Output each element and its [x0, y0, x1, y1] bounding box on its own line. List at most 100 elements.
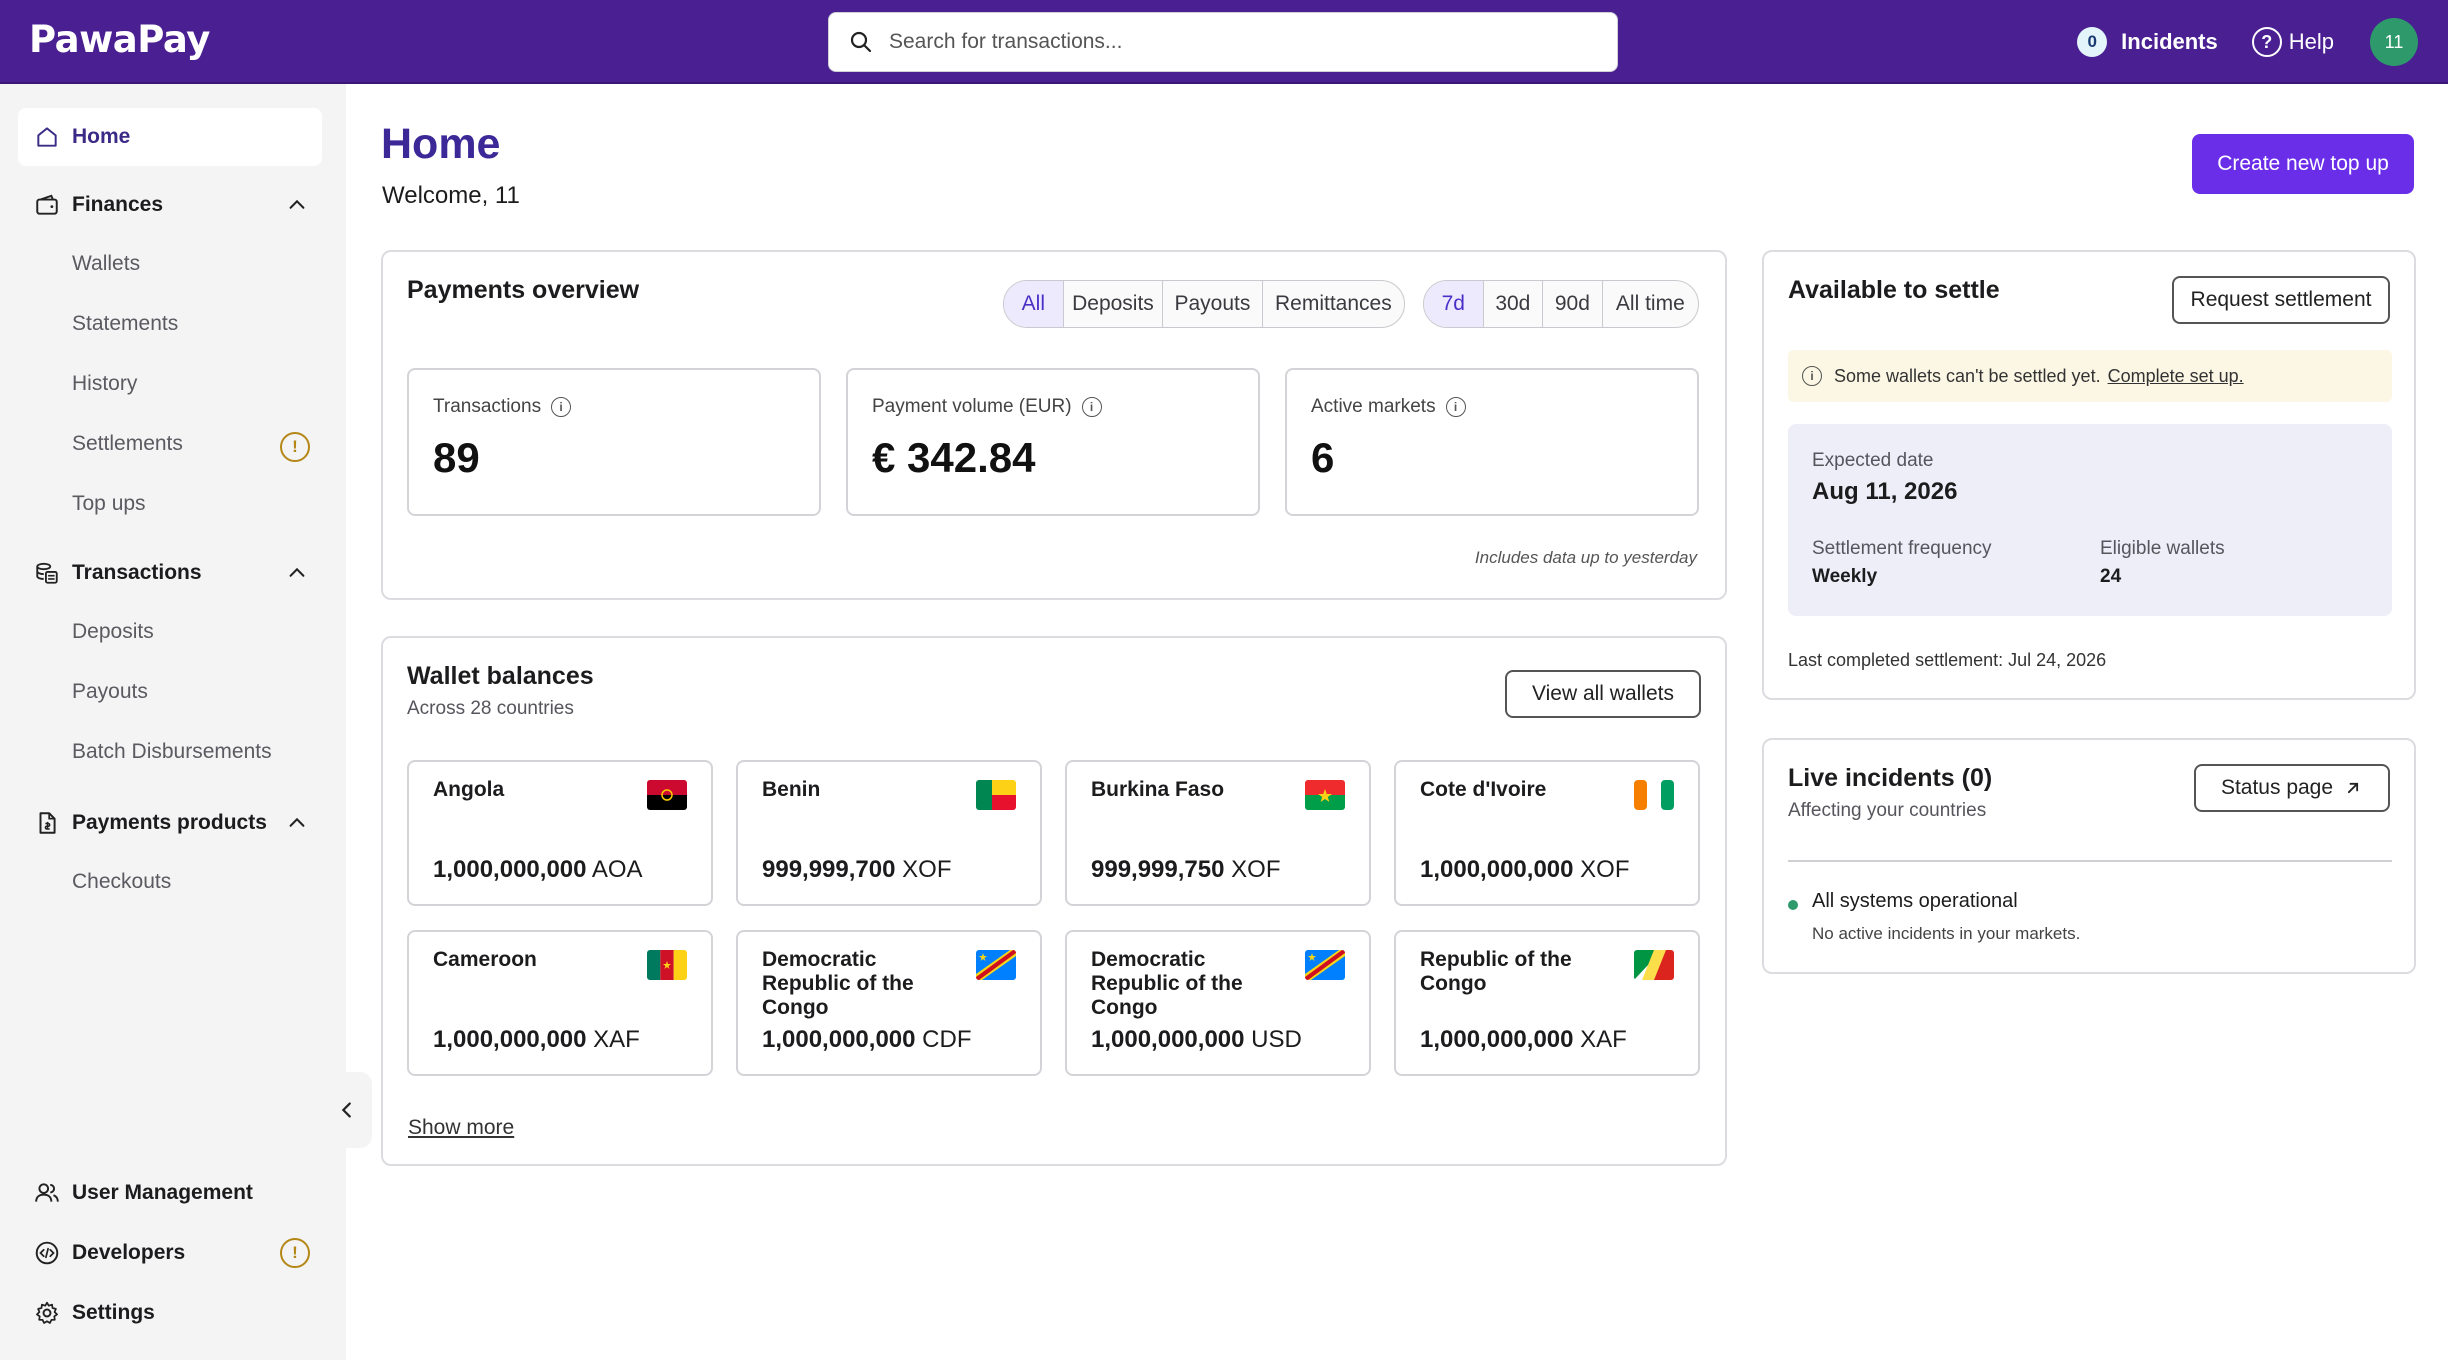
incidents-divider [1788, 860, 2392, 862]
wallet-amount: 1,000,000,000 XAF [433, 1026, 640, 1053]
wallet-card[interactable]: Democratic Republic of the Congo 1,000,0… [736, 930, 1042, 1076]
complete-setup-link[interactable]: Complete set up. [2108, 366, 2244, 387]
eligible-wallets-value: 24 [2100, 566, 2122, 587]
wallet-country: Cote d'Ivoire [1420, 778, 1547, 801]
last-completed-settlement: Last completed settlement: Jul 24, 2026 [1788, 650, 2107, 670]
wallet-amount: 1,000,000,000 CDF [762, 1026, 972, 1053]
expected-date-value: Aug 11, 2026 [1812, 478, 1958, 505]
search-icon [850, 31, 872, 53]
view-all-wallets-button[interactable]: View all wallets [1505, 670, 1701, 718]
info-icon[interactable]: i [551, 397, 572, 417]
live-incidents-card: Live incidents (0) Affecting your countr… [1762, 738, 2416, 974]
info-icon[interactable]: i [1445, 397, 1466, 417]
wallet-country: Burkina Faso [1091, 778, 1225, 801]
sidebar-item-user-management[interactable]: User Management [18, 1164, 322, 1222]
sidebar-item-label: User Management [72, 1181, 253, 1204]
filter-deposits[interactable]: Deposits [1064, 281, 1164, 327]
info-icon[interactable]: i [1081, 397, 1102, 417]
external-arrow-icon [2347, 782, 2359, 794]
create-top-up-button[interactable]: Create new top up [2192, 134, 2414, 194]
gear-icon [32, 1298, 62, 1328]
type-filter-group: All Deposits Payouts Remittances [1003, 280, 1405, 328]
chevron-left-icon [341, 1102, 351, 1118]
stat-value: 6 [1311, 434, 1335, 481]
code-icon [32, 1238, 62, 1268]
home-icon [32, 122, 62, 152]
sidebar-item-statements[interactable]: Statements [72, 312, 178, 336]
sidebar-item-history[interactable]: History [72, 372, 137, 396]
stat-label: Transactions i [433, 396, 572, 418]
sidebar-item-settings[interactable]: Settings [18, 1284, 322, 1342]
search-input[interactable] [889, 30, 1589, 54]
status-text: All systems operational [1812, 890, 2018, 912]
sidebar-item-batch-disbursements[interactable]: Batch Disbursements [72, 740, 272, 764]
sidebar-item-deposits[interactable]: Deposits [72, 620, 154, 644]
sidebar: Home Finances Wallets Statements History… [0, 84, 346, 1360]
stat-label: Payment volume (EUR) i [872, 396, 1102, 418]
chevron-up-icon[interactable] [286, 194, 308, 216]
incidents-link[interactable]: 0 Incidents [2077, 27, 2218, 57]
wallet-country: Democratic Republic of the Congo [1091, 948, 1243, 1019]
sidebar-item-transactions[interactable]: Transactions [18, 544, 322, 602]
user-avatar[interactable]: 11 [2370, 18, 2418, 66]
sidebar-item-label: Settings [72, 1301, 155, 1324]
wallet-country: Cameroon [433, 948, 537, 971]
developers-warning-icon: ! [280, 1238, 310, 1268]
wallet-card[interactable]: Republic of the Congo 1,000,000,000 XAF [1394, 930, 1700, 1076]
sidebar-item-checkouts[interactable]: Checkouts [72, 870, 171, 894]
chevron-up-icon[interactable] [286, 812, 308, 834]
sidebar-item-top-ups[interactable]: Top ups [72, 492, 146, 516]
status-page-button[interactable]: Status page [2194, 764, 2390, 812]
main-content: Home Welcome, 11 Create new top up Payme… [346, 84, 2448, 1360]
top-bar: PawaPay 0 Incidents ? Help 11 [0, 0, 2448, 84]
stat-value: 89 [433, 434, 480, 481]
sidebar-item-home[interactable]: Home [18, 108, 322, 166]
sidebar-item-payments-products[interactable]: Payments products [18, 794, 322, 852]
period-90d[interactable]: 90d [1543, 281, 1603, 327]
sidebar-item-payouts[interactable]: Payouts [72, 680, 148, 704]
sidebar-item-finances[interactable]: Finances [18, 176, 322, 234]
period-7d[interactable]: 7d [1424, 281, 1484, 327]
sidebar-item-label: Developers [72, 1241, 186, 1264]
wallet-country: Benin [762, 778, 821, 801]
stat-active-markets: Active markets i 6 [1285, 368, 1699, 516]
wallet-card[interactable]: Cameroon 1,000,000,000 XAF [407, 930, 713, 1076]
wallet-card[interactable]: Benin 999,999,700 XOF [736, 760, 1042, 906]
wallet-card[interactable]: Democratic Republic of the Congo 1,000,0… [1065, 930, 1371, 1076]
wallet-card[interactable]: Angola 1,000,000,000 AOA [407, 760, 713, 906]
wallet-balances-subtitle: Across 28 countries [407, 698, 574, 719]
incidents-label: Incidents [2121, 29, 2218, 54]
sidebar-item-developers[interactable]: Developers [18, 1224, 322, 1282]
cote-divoire-flag-icon [1634, 780, 1674, 810]
help-icon: ? [2251, 27, 2282, 57]
period-30d[interactable]: 30d [1484, 281, 1544, 327]
request-settlement-button[interactable]: Request settlement [2172, 276, 2390, 324]
search-bar[interactable] [828, 12, 1618, 72]
wallet-card[interactable]: Burkina Faso 999,999,750 XOF [1065, 760, 1371, 906]
help-link[interactable]: ? Help [2251, 27, 2334, 57]
notice-text: Some wallets can't be settled yet. [1834, 365, 2101, 386]
wallet-card[interactable]: Cote d'Ivoire 1,000,000,000 XOF [1394, 760, 1700, 906]
sidebar-item-label: Transactions [72, 561, 202, 584]
sidebar-item-label: Home [72, 125, 131, 148]
sidebar-item-wallets[interactable]: Wallets [72, 252, 140, 276]
chevron-up-icon[interactable] [286, 562, 308, 584]
status-dot [1788, 900, 1798, 910]
sidebar-item-label: Payments products [72, 811, 267, 834]
stat-transactions: Transactions i 89 [407, 368, 821, 516]
wallet-country: Angola [433, 778, 505, 801]
period-all-time[interactable]: All time [1603, 281, 1698, 327]
sidebar-collapse-toggle[interactable] [322, 1072, 372, 1148]
filter-remittances[interactable]: Remittances [1263, 281, 1404, 327]
pawapay-logo[interactable]: PawaPay [29, 18, 210, 61]
expected-date-label: Expected date [1812, 450, 1934, 471]
filter-all[interactable]: All [1004, 281, 1064, 327]
show-more-link[interactable]: Show more [408, 1116, 514, 1140]
settlement-details: Expected date Aug 11, 2026 Settlement fr… [1788, 424, 2392, 616]
filter-payouts[interactable]: Payouts [1163, 281, 1263, 327]
drc-flag-icon [976, 950, 1016, 980]
wallet-amount: 1,000,000,000 XAF [1420, 1026, 1627, 1053]
sidebar-item-settlements[interactable]: Settlements [72, 432, 183, 456]
wallet-amount: 999,999,750 XOF [1091, 856, 1281, 883]
stat-label: Active markets i [1311, 396, 1466, 418]
